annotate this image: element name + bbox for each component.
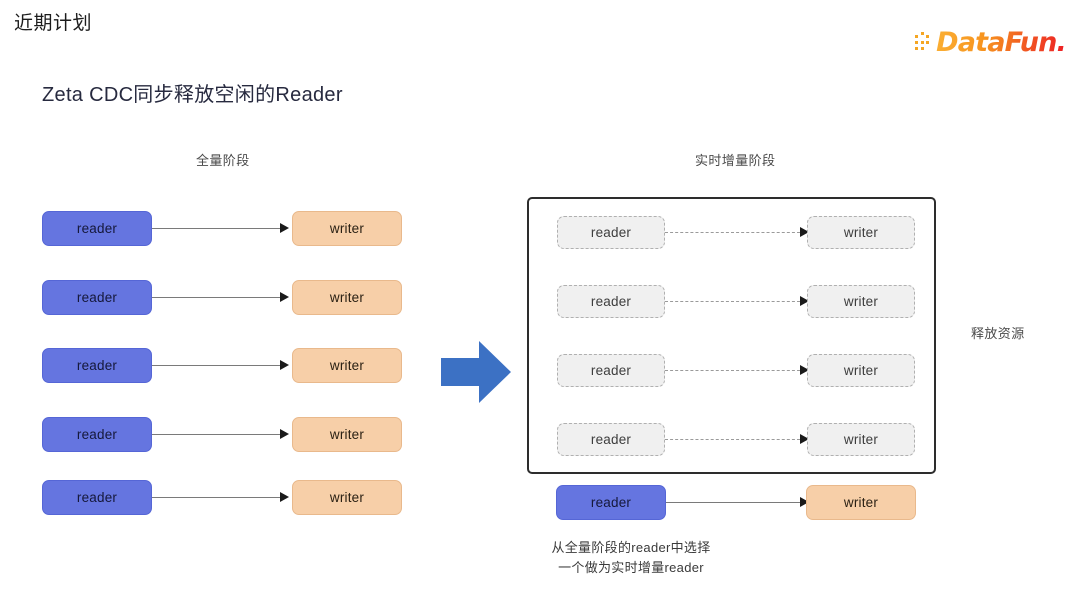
released-reader-node: reader [557, 285, 665, 318]
left-reader-node: reader [42, 480, 152, 515]
left-writer-node: writer [292, 211, 402, 246]
released-reader-node: reader [557, 423, 665, 456]
released-writer-node: writer [807, 216, 915, 249]
released-writer-node: writer [807, 423, 915, 456]
left-writer-node: writer [292, 417, 402, 452]
incremental-writer-node: writer [806, 485, 916, 520]
left-connector [152, 297, 280, 298]
released-connector [665, 232, 800, 233]
left-arrowhead-icon [280, 223, 289, 233]
transition-arrow-icon [441, 341, 511, 403]
release-resources-note: 释放资源 [971, 326, 1025, 341]
datafun-logo: DataFun. [915, 27, 1067, 58]
section-title: Zeta CDC同步释放空闲的Reader [42, 84, 343, 106]
caption-line-2: 一个做为实时增量reader [558, 560, 704, 575]
left-arrowhead-icon [280, 292, 289, 302]
logo-wordmark: DataFun. [936, 27, 1067, 58]
incremental-connector [666, 502, 800, 503]
left-reader-node: reader [42, 211, 152, 246]
left-writer-node: writer [292, 480, 402, 515]
left-writer-node: writer [292, 348, 402, 383]
caption-line-1: 从全量阶段的reader中选择 [551, 540, 711, 555]
incremental-reader-node: reader [556, 485, 666, 520]
left-reader-node: reader [42, 348, 152, 383]
left-connector [152, 434, 280, 435]
released-writer-node: writer [807, 285, 915, 318]
right-stage-label: 实时增量阶段 [695, 153, 776, 168]
left-arrowhead-icon [280, 492, 289, 502]
released-reader-node: reader [557, 216, 665, 249]
released-connector [665, 439, 800, 440]
left-arrowhead-icon [280, 429, 289, 439]
released-reader-node: reader [557, 354, 665, 387]
logo-dots-icon [915, 32, 935, 54]
left-connector [152, 497, 280, 498]
bottom-caption: 从全量阶段的reader中选择 一个做为实时增量reader [516, 538, 746, 578]
released-writer-node: writer [807, 354, 915, 387]
left-writer-node: writer [292, 280, 402, 315]
left-reader-node: reader [42, 280, 152, 315]
released-connector [665, 370, 800, 371]
left-connector [152, 365, 280, 366]
left-stage-label: 全量阶段 [196, 153, 250, 168]
left-reader-node: reader [42, 417, 152, 452]
left-arrowhead-icon [280, 360, 289, 370]
released-connector [665, 301, 800, 302]
left-connector [152, 228, 280, 229]
page-title: 近期计划 [14, 13, 93, 34]
